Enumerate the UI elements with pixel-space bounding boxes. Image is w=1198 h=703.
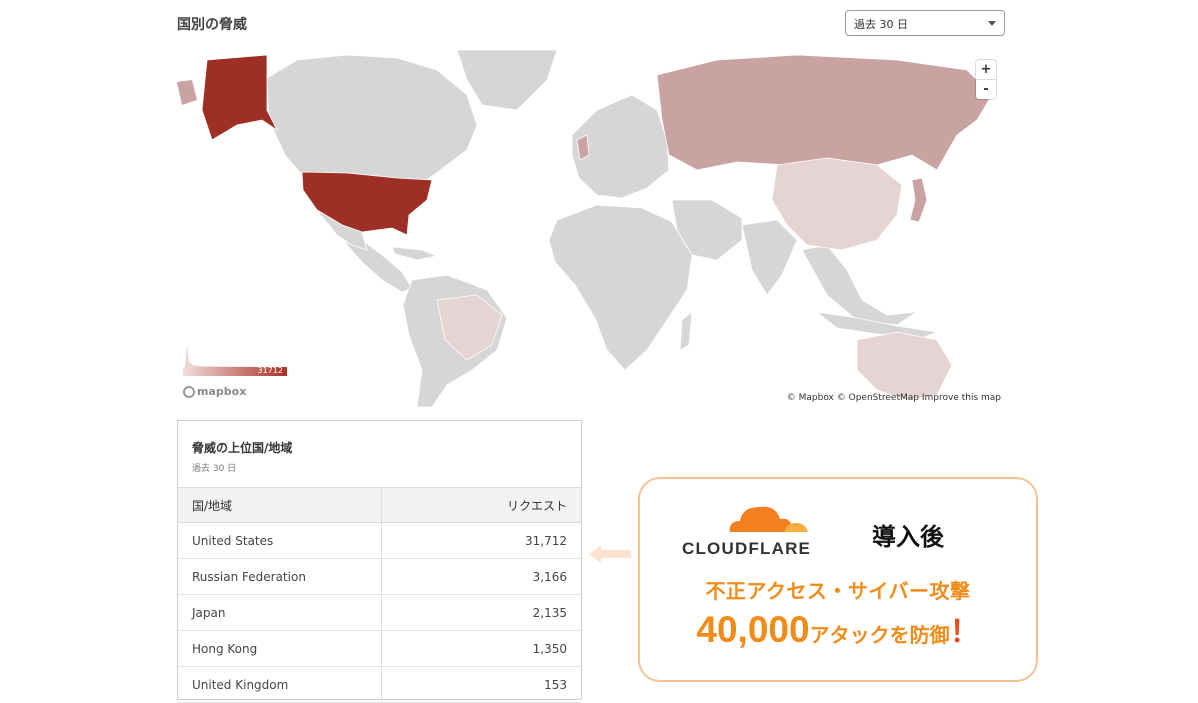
country-cell: Russian Federation	[178, 558, 382, 595]
column-header-country[interactable]: 国/地域	[178, 487, 382, 523]
page-title: 国別の脅威	[177, 17, 247, 33]
country-cell: Japan	[178, 594, 382, 631]
country-greenland	[456, 50, 558, 111]
legend-max-value: 31712	[257, 366, 283, 375]
attack-defended-text: アタックを防御	[809, 623, 950, 647]
cloudflare-promo-card: CLOUDFLARE 導入後 不正アクセス・サイバー攻撃 40,000アタックを…	[638, 477, 1038, 682]
top-countries-panel: 脅威の上位国/地域 過去 30 日 国/地域 リクエスト United Stat…	[177, 420, 582, 703]
column-header-requests[interactable]: リクエスト	[381, 487, 581, 523]
promo-stat: 40,000アタックを防御！	[640, 607, 1036, 651]
country-cell: United Kingdom	[178, 666, 382, 703]
requests-cell: 153	[381, 666, 581, 703]
cloudflare-logo-text: CLOUDFLARE	[682, 539, 812, 558]
country-cell: United States	[178, 522, 382, 559]
country-canada	[266, 54, 478, 181]
promo-headline: 不正アクセス・サイバー攻撃	[705, 579, 971, 603]
map-legend: 31712	[183, 340, 289, 380]
zoom-out-button[interactable]: -	[976, 79, 996, 99]
attack-count: 40,000	[696, 609, 810, 650]
date-range-value: 過去 30 日	[854, 18, 908, 31]
world-map-svg	[177, 50, 993, 407]
table-row: United States 31,712	[178, 522, 581, 559]
map-attribution[interactable]: © Mapbox © OpenStreetMap Improve this ma…	[787, 393, 1001, 403]
legend-histogram	[185, 345, 287, 367]
panel-subtitle: 過去 30 日	[192, 464, 237, 474]
table-row: Hong Kong 1,350	[178, 630, 581, 667]
requests-cell: 3,166	[381, 558, 581, 595]
requests-cell: 31,712	[381, 522, 581, 559]
cloudflare-logo: CLOUDFLARE	[682, 499, 852, 561]
country-japan	[909, 177, 928, 223]
cloudflare-cloud-icon	[729, 506, 808, 535]
country-australia	[856, 331, 953, 401]
panel-title: 脅威の上位国/地域	[192, 441, 293, 455]
continent-africa	[548, 204, 693, 371]
country-russia	[656, 54, 993, 171]
zoom-controls: + -	[976, 60, 996, 99]
requests-cell: 1,350	[381, 630, 581, 667]
country-madagascar	[679, 311, 693, 351]
country-usa-alaska	[201, 54, 279, 141]
top-countries-table: 国/地域 リクエスト United States 31,712 Russian …	[178, 487, 581, 703]
region-caribbean	[391, 246, 439, 261]
country-usa	[301, 171, 433, 236]
country-cell: Hong Kong	[178, 630, 382, 667]
table-row: United Kingdom 153	[178, 666, 581, 703]
after-introduction-label: 導入後	[872, 523, 944, 551]
table-row: Russian Federation 3,166	[178, 558, 581, 595]
mapbox-logo-text: mapbox	[197, 385, 247, 398]
threat-world-map[interactable]: + - 31712 mapbox © Mapbox © OpenStreetMa…	[177, 50, 1005, 407]
date-range-select[interactable]: 過去 30 日	[845, 10, 1005, 36]
requests-cell: 2,135	[381, 594, 581, 631]
region-aleutian	[177, 80, 197, 105]
mapbox-logo[interactable]: mapbox	[183, 385, 246, 398]
mapbox-icon	[183, 386, 195, 398]
arrow-left-icon	[589, 545, 631, 563]
region-south-asia	[741, 219, 798, 296]
zoom-in-button[interactable]: +	[976, 60, 996, 79]
chevron-down-icon	[988, 21, 996, 26]
exclamation-mark: ！	[949, 615, 980, 650]
table-row: Japan 2,135	[178, 594, 581, 631]
